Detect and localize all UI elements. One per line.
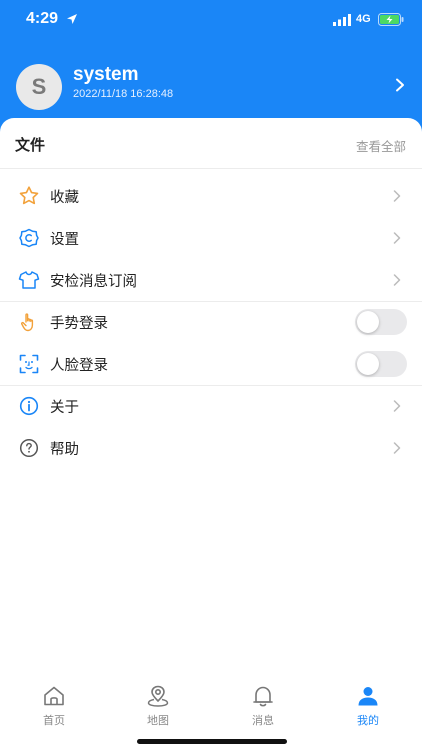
shirt-icon xyxy=(18,271,40,289)
menu-item-help[interactable]: 帮助 xyxy=(0,427,422,469)
tab-label: 我的 xyxy=(357,714,379,727)
menu-item-favorites[interactable]: 收藏 xyxy=(0,175,422,217)
location-arrow-icon xyxy=(67,14,77,24)
section-title: 文件 xyxy=(15,136,46,154)
chevron-right-icon xyxy=(393,274,401,286)
menu-label: 关于 xyxy=(50,400,79,416)
map-pin-icon xyxy=(147,685,169,707)
menu-label: 帮助 xyxy=(50,442,79,458)
toggle-knob xyxy=(357,353,379,375)
tab-mine[interactable]: 我的 xyxy=(338,684,398,728)
tab-label: 地图 xyxy=(147,714,169,727)
menu-item-gesture-login: 手势登录 xyxy=(0,301,422,343)
settings-gear-icon xyxy=(19,228,39,248)
network-type: 4G xyxy=(356,13,371,25)
menu-label: 安检消息订阅 xyxy=(50,274,137,290)
face-login-toggle[interactable] xyxy=(355,351,407,377)
files-section-header: 文件 查看全部 xyxy=(0,118,422,168)
user-icon xyxy=(358,687,378,706)
tab-label: 消息 xyxy=(252,714,274,727)
tab-home[interactable]: 首页 xyxy=(24,684,84,728)
star-icon xyxy=(19,186,39,205)
menu-item-safety-subscription[interactable]: 安检消息订阅 xyxy=(0,259,422,301)
signal-icon xyxy=(333,14,351,26)
profile-row[interactable]: S system 2022/11/18 16:28:48 xyxy=(0,58,422,114)
bell-icon xyxy=(253,686,273,707)
tab-messages[interactable]: 消息 xyxy=(233,684,293,728)
see-all-link[interactable]: 查看全部 xyxy=(356,136,406,155)
menu-label: 收藏 xyxy=(50,190,79,206)
chevron-right-icon xyxy=(393,400,401,412)
chevron-right-icon[interactable] xyxy=(393,78,407,92)
username: system xyxy=(73,64,139,85)
chevron-right-icon xyxy=(393,442,401,454)
gesture-login-toggle[interactable] xyxy=(355,309,407,335)
home-indicator xyxy=(137,739,287,744)
menu-label: 手势登录 xyxy=(50,316,108,332)
menu-label: 人脸登录 xyxy=(50,358,108,374)
last-login-time: 2022/11/18 16:28:48 xyxy=(73,88,174,100)
status-time: 4:29 xyxy=(26,10,59,27)
status-bar: 4:29 4G xyxy=(0,0,422,40)
menu-item-about[interactable]: 关于 xyxy=(0,385,422,427)
chevron-right-icon xyxy=(393,232,401,244)
toggle-knob xyxy=(357,311,379,333)
hand-pointer-icon xyxy=(20,313,34,332)
chevron-right-icon xyxy=(393,190,401,202)
main-card: 文件 查看全部 收藏 设置 安检消息订阅 手势登录 人脸登录 关于 帮助 xyxy=(0,118,422,750)
tab-map[interactable]: 地图 xyxy=(128,684,188,728)
face-scan-icon xyxy=(19,354,39,374)
question-circle-icon xyxy=(19,438,39,458)
menu-item-settings[interactable]: 设置 xyxy=(0,217,422,259)
menu-item-face-login: 人脸登录 xyxy=(0,343,422,385)
home-icon xyxy=(44,686,64,706)
avatar[interactable]: S xyxy=(16,64,62,110)
battery-charging-icon xyxy=(378,13,404,26)
tab-label: 首页 xyxy=(43,714,65,727)
divider xyxy=(0,168,422,169)
info-icon xyxy=(19,396,39,416)
menu-label: 设置 xyxy=(50,232,79,248)
